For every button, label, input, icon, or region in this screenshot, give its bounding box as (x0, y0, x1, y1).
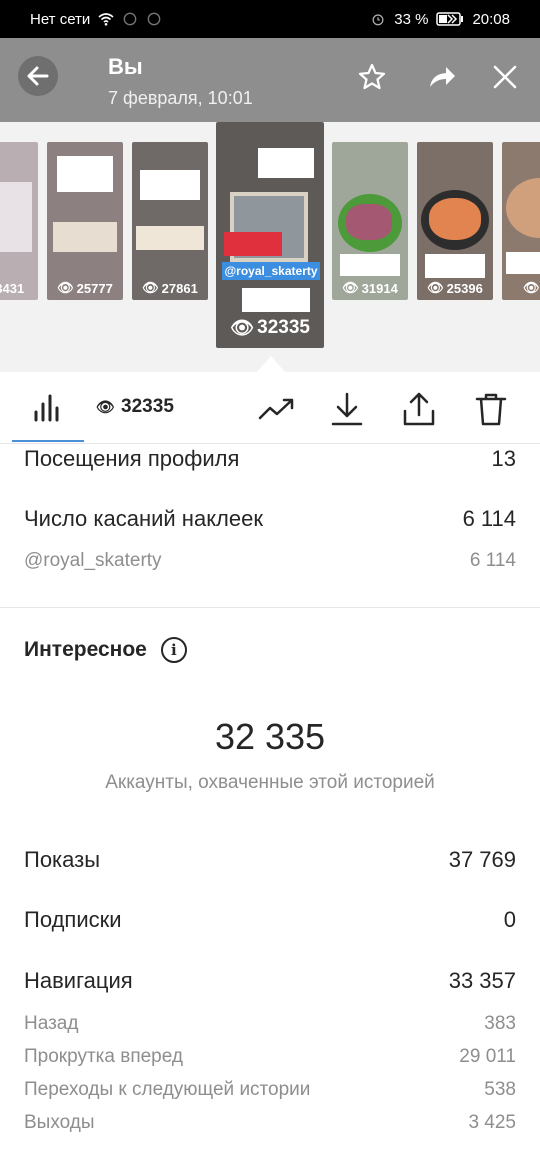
discovery-header: Интересное i (24, 637, 187, 663)
story-header: Вы 7 февраля, 10:01 (0, 38, 540, 122)
whatsapp-icon-2 (147, 12, 161, 26)
section-divider (0, 607, 540, 608)
sticker-taps-row: Число касаний наклеек 6 114 (24, 506, 516, 532)
whatsapp-icon (123, 12, 137, 26)
reach-caption: Аккаунты, охваченные этой историей (105, 772, 435, 793)
navigation-row: Навигация 33 357 (24, 968, 516, 994)
forward-value: 29 011 (459, 1046, 516, 1067)
eye-icon: 👁 (523, 280, 540, 295)
profile-visits-label: Посещения профиля (24, 446, 240, 471)
next-story-row: Переходы к следующей истории 538 (24, 1079, 516, 1101)
bar-chart-icon[interactable] (28, 390, 68, 424)
back-row: Назад 383 (24, 1013, 516, 1035)
wifi-icon (98, 13, 114, 26)
sticker-taps-label: Число касаний наклеек (24, 506, 263, 531)
views-count: 👁31 (502, 280, 540, 296)
page-title: Вы (108, 54, 143, 79)
trash-icon (475, 393, 507, 426)
exits-value: 3 425 (468, 1112, 516, 1133)
download-button[interactable] (328, 390, 366, 428)
profile-visits-value: 13 (491, 446, 516, 471)
impressions-label: Показы (24, 847, 101, 872)
download-icon (331, 392, 363, 426)
follows-value: 0 (503, 907, 516, 932)
trend-up-icon (258, 398, 294, 420)
share-arrow-icon (430, 67, 455, 87)
views-count: 👁 31914 (342, 280, 398, 296)
battery-percent: 33 % (394, 10, 429, 28)
navigation-value: 33 357 (448, 968, 516, 993)
carrier-label: Нет сети (30, 10, 91, 28)
eye-icon: 👁 (427, 280, 444, 295)
eye-icon: 👁 (230, 318, 255, 339)
alarm-icon (372, 14, 384, 26)
views-count: 👁3431 (0, 280, 25, 296)
story-thumbnail-selected[interactable]: @royal_skaterty 👁 32335 (216, 122, 324, 348)
arrow-left-icon (27, 66, 49, 86)
views-count: 👁 32335 (230, 317, 310, 339)
clock: 20:08 (472, 10, 510, 28)
selected-pointer (257, 356, 285, 372)
share-button[interactable] (425, 60, 459, 94)
story-thumbnail[interactable]: 👁 25777 (47, 142, 123, 300)
viewers-button[interactable]: 👁 32335 (96, 396, 174, 418)
back-value: 383 (484, 1013, 516, 1034)
next-story-value: 538 (484, 1079, 516, 1100)
upload-share-button[interactable] (400, 390, 438, 428)
eye-icon: 👁 (57, 280, 74, 295)
viewers-count: 32335 (121, 396, 174, 417)
status-bar: Нет сети 33 % 20:08 (0, 0, 540, 38)
story-thumbnail[interactable]: 👁31 (502, 142, 540, 300)
close-icon (493, 65, 517, 89)
reach-value: 32 335 (214, 716, 326, 757)
battery-icon (436, 12, 464, 26)
delete-button[interactable] (472, 390, 510, 428)
navigation-label: Навигация (24, 968, 133, 993)
story-carousel: 👁3431 👁25777 👁27861 @royal_skaterty 👁323… (0, 122, 540, 372)
profile-visits-row: Посещения профиля 13 (24, 446, 516, 472)
upload-icon (403, 392, 435, 426)
views-count: 👁 27861 (142, 280, 198, 296)
sticker-handle[interactable]: @royal_skaterty (24, 550, 162, 572)
highlight-button[interactable] (355, 60, 389, 94)
sticker-handle-row[interactable]: @royal_skaterty 6 114 (24, 550, 516, 572)
story-thumbnail[interactable]: 👁 31914 (332, 142, 408, 300)
follows-row: Подписки 0 (24, 907, 516, 933)
views-count: 👁 25396 (427, 280, 483, 296)
back-button[interactable] (18, 56, 58, 96)
story-sticker: @royal_skaterty (222, 262, 320, 280)
sticker-handle-value: 6 114 (469, 550, 516, 571)
close-button[interactable] (488, 60, 522, 94)
discovery-title: Интересное (24, 638, 147, 661)
next-story-label: Переходы к следующей истории (24, 1079, 311, 1100)
exits-label: Выходы (24, 1112, 95, 1133)
insights-trend-button[interactable] (258, 390, 296, 428)
story-date: 7 февраля, 10:01 (108, 88, 253, 108)
forward-row: Прокрутка вперед 29 011 (24, 1046, 516, 1068)
views-count: 👁 25777 (57, 280, 113, 296)
forward-label: Прокрутка вперед (24, 1046, 183, 1067)
impressions-row: Показы 37 769 (24, 847, 516, 873)
exits-row: Выходы 3 425 (24, 1112, 516, 1134)
star-icon (358, 63, 386, 90)
info-icon[interactable]: i (160, 637, 187, 663)
active-tab-indicator (12, 440, 84, 442)
sticker-taps-value: 6 114 (462, 506, 516, 531)
back-label: Назад (24, 1013, 79, 1034)
story-thumbnail[interactable]: 👁 27861 (132, 142, 208, 300)
eye-icon: 👁 (96, 399, 116, 416)
story-thumbnail[interactable]: 👁 25396 (417, 142, 493, 300)
impressions-value: 37 769 (448, 847, 516, 872)
story-toolbar: 👁 32335 (0, 372, 540, 444)
story-thumbnail[interactable]: 👁3431 (0, 142, 38, 300)
follows-label: Подписки (24, 907, 122, 932)
eye-icon: 👁 (142, 280, 159, 295)
eye-icon: 👁 (342, 280, 359, 295)
